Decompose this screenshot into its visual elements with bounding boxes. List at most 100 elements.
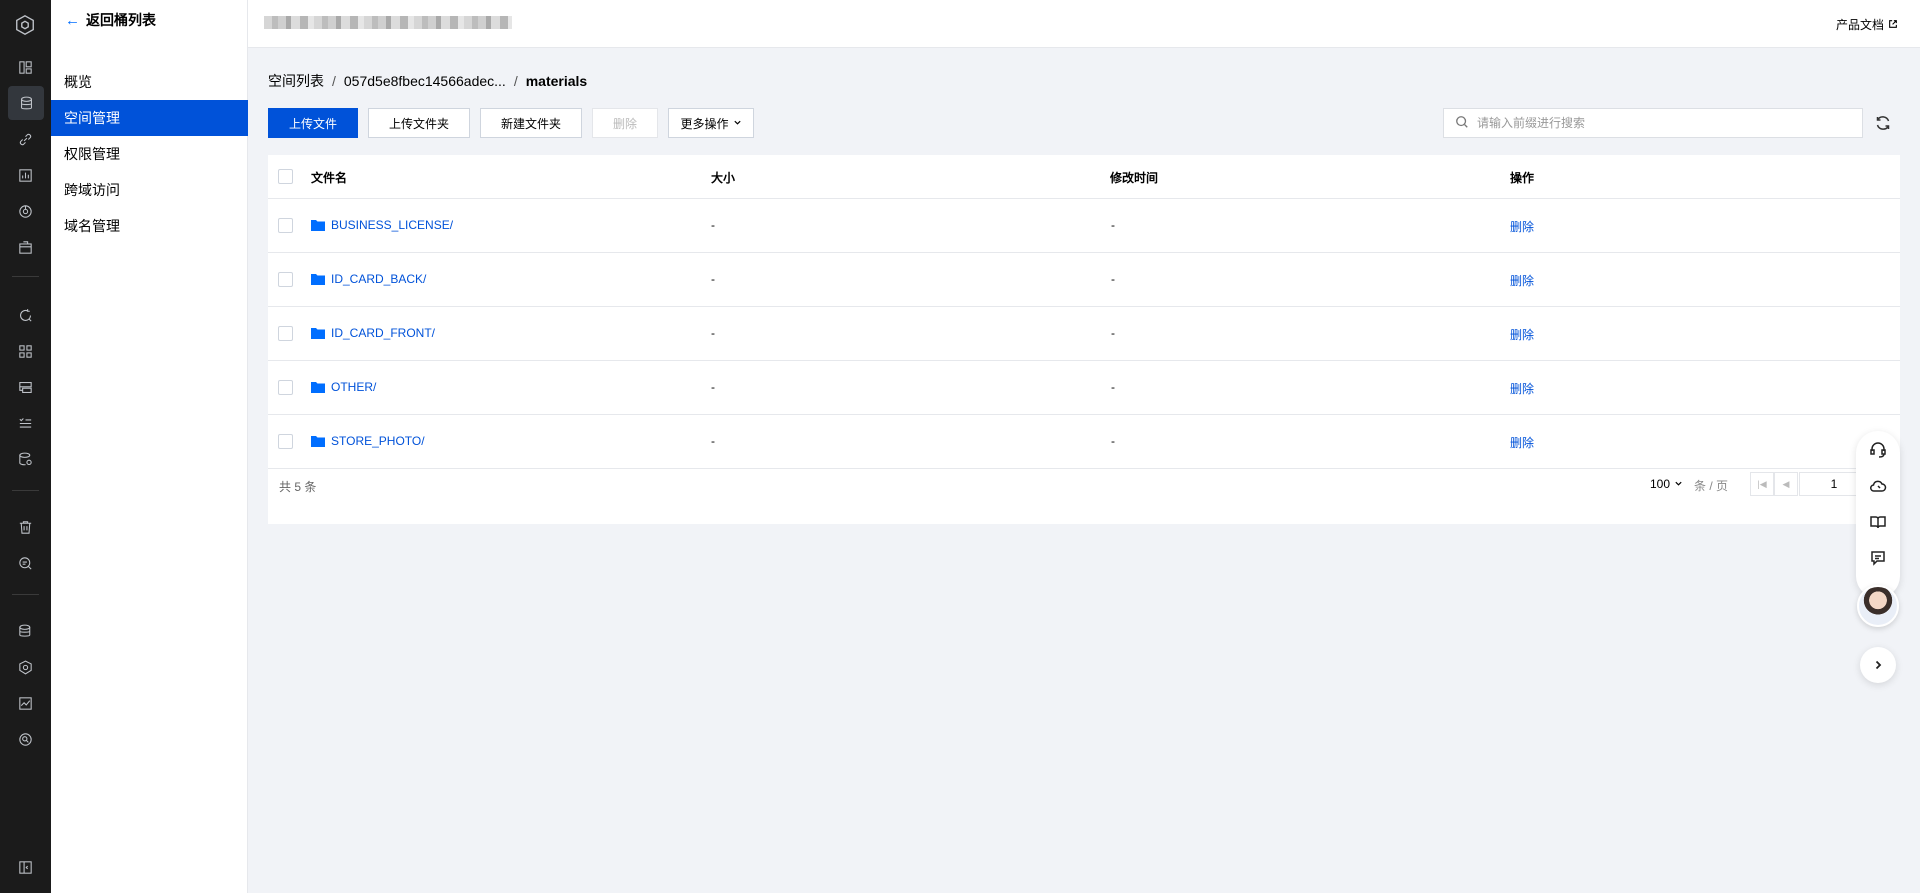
trash-icon[interactable] <box>14 516 36 538</box>
row-checkbox[interactable] <box>278 272 293 287</box>
delete-button[interactable]: 删除 <box>592 108 658 138</box>
product-docs-link[interactable]: 产品文档 <box>1836 16 1898 33</box>
page-size-select[interactable]: 100 <box>1650 477 1683 491</box>
collapse-panel-icon[interactable] <box>14 856 36 878</box>
feedback-icon[interactable] <box>1869 549 1887 567</box>
list-check-icon[interactable] <box>14 412 36 434</box>
first-page-icon[interactable]: |◀ <box>1750 472 1774 496</box>
trend-icon[interactable] <box>14 692 36 714</box>
redacted-account-info <box>264 16 512 29</box>
layout-icon[interactable] <box>14 376 36 398</box>
breadcrumb-bucket[interactable]: 057d5e8fbec14566adec... <box>344 73 506 89</box>
table-row: ID_CARD_FRONT/ - - 删除 <box>268 307 1900 361</box>
storage-settings-icon[interactable] <box>14 448 36 470</box>
breadcrumb-separator: / <box>332 73 336 89</box>
expand-toolbar-button[interactable] <box>1860 647 1896 683</box>
folder-link[interactable]: STORE_PHOTO/ <box>311 434 425 448</box>
cell-modified: - <box>1111 434 1115 448</box>
cloud-icon[interactable] <box>1869 477 1887 495</box>
breadcrumb: 空间列表 / 057d5e8fbec14566adec... / materia… <box>268 71 587 91</box>
message-search-icon[interactable] <box>14 552 36 574</box>
row-delete-link[interactable]: 删除 <box>1510 434 1534 451</box>
sidebar-item-domain-management[interactable]: 域名管理 <box>51 208 248 244</box>
select-all-checkbox[interactable] <box>278 169 293 184</box>
search-circle-icon[interactable] <box>14 728 36 750</box>
sidebar-item-overview[interactable]: 概览 <box>51 64 248 100</box>
folder-name: ID_CARD_FRONT/ <box>331 326 436 340</box>
page-size-value: 100 <box>1650 477 1671 491</box>
row-delete-link[interactable]: 删除 <box>1510 380 1534 397</box>
page-size-unit: 条 / 页 <box>1694 479 1729 493</box>
more-actions-dropdown[interactable]: 更多操作 <box>668 108 754 138</box>
refresh-icon[interactable] <box>1874 114 1892 132</box>
sidebar-item-cors[interactable]: 跨域访问 <box>51 172 248 208</box>
row-delete-link[interactable]: 删除 <box>1510 218 1534 235</box>
column-header-size[interactable]: 大小 <box>711 169 735 186</box>
folder-name: BUSINESS_LICENSE/ <box>331 218 454 232</box>
row-delete-link[interactable]: 删除 <box>1510 326 1534 343</box>
more-actions-label: 更多操作 <box>680 116 729 131</box>
sidebar-item-space-management[interactable]: 空间管理 <box>51 100 248 136</box>
sidebar-item-permission-management[interactable]: 权限管理 <box>51 136 248 172</box>
column-header-filename[interactable]: 文件名 <box>311 169 347 186</box>
refresh-search-icon[interactable] <box>14 304 36 326</box>
folder-name: STORE_PHOTO/ <box>331 434 425 448</box>
external-link-icon <box>1888 18 1898 32</box>
search-icon <box>1444 115 1469 132</box>
column-header-modified[interactable]: 修改时间 <box>1110 169 1158 186</box>
chart-icon[interactable] <box>14 164 36 186</box>
cos-logo-icon[interactable] <box>14 14 36 36</box>
chevron-down-icon <box>733 116 742 130</box>
rail-divider <box>12 490 39 491</box>
upload-folder-button[interactable]: 上传文件夹 <box>368 108 470 138</box>
table-row: ID_CARD_BACK/ - - 删除 <box>268 253 1900 307</box>
prev-page-icon[interactable]: ◀ <box>1774 472 1798 496</box>
folder-icon <box>311 274 325 285</box>
folder-link[interactable]: ID_CARD_BACK/ <box>311 272 426 286</box>
bucket-icon[interactable] <box>8 86 44 120</box>
chevron-down-icon <box>1674 477 1683 491</box>
breadcrumb-separator: / <box>513 73 518 89</box>
package-icon[interactable] <box>14 236 36 258</box>
icon-rail <box>0 0 51 893</box>
row-checkbox[interactable] <box>278 380 293 395</box>
shield-icon[interactable] <box>14 656 36 678</box>
sidebar-nav: 概览 空间管理 权限管理 跨域访问 域名管理 <box>51 64 248 244</box>
apps-icon[interactable] <box>14 340 36 362</box>
breadcrumb-root[interactable]: 空间列表 <box>268 71 324 91</box>
upload-file-button[interactable]: 上传文件 <box>268 108 358 138</box>
cell-size: - <box>711 218 715 232</box>
total-count: 共 5 条 <box>279 480 317 494</box>
dashboard-icon[interactable] <box>14 56 36 78</box>
new-folder-button[interactable]: 新建文件夹 <box>480 108 582 138</box>
database-icon[interactable] <box>14 620 36 642</box>
table-row: OTHER/ - - 删除 <box>268 361 1900 415</box>
row-checkbox[interactable] <box>278 218 293 233</box>
pagination: 共 5 条 100 条 / 页 |◀ ◀ 1 <box>268 468 1900 508</box>
top-bar: 产品文档 <box>248 0 1920 48</box>
folder-icon <box>311 382 325 393</box>
cell-modified: - <box>1111 272 1115 286</box>
floating-help-toolbar <box>1856 431 1900 598</box>
monitor-icon[interactable] <box>14 200 36 222</box>
folder-link[interactable]: ID_CARD_FRONT/ <box>311 326 435 340</box>
back-to-bucket-list-link[interactable]: ← 返回桶列表 <box>65 10 156 30</box>
headset-icon[interactable] <box>1869 441 1887 459</box>
folder-icon <box>311 328 325 339</box>
cell-modified: - <box>1111 380 1115 394</box>
folder-icon <box>311 220 325 231</box>
folder-name: OTHER/ <box>331 380 377 394</box>
search-input[interactable] <box>1477 116 1857 130</box>
cell-size: - <box>711 380 715 394</box>
row-delete-link[interactable]: 删除 <box>1510 272 1534 289</box>
book-icon[interactable] <box>1869 513 1887 531</box>
row-checkbox[interactable] <box>278 326 293 341</box>
back-label: 返回桶列表 <box>86 12 156 28</box>
assistant-avatar[interactable] <box>1857 585 1899 627</box>
row-checkbox[interactable] <box>278 434 293 449</box>
bucket-sidebar: ← 返回桶列表 概览 空间管理 权限管理 跨域访问 域名管理 <box>51 0 248 893</box>
folder-link[interactable]: OTHER/ <box>311 380 376 394</box>
link-icon[interactable] <box>14 128 36 150</box>
breadcrumb-current: materials <box>525 73 588 89</box>
folder-link[interactable]: BUSINESS_LICENSE/ <box>311 218 453 232</box>
